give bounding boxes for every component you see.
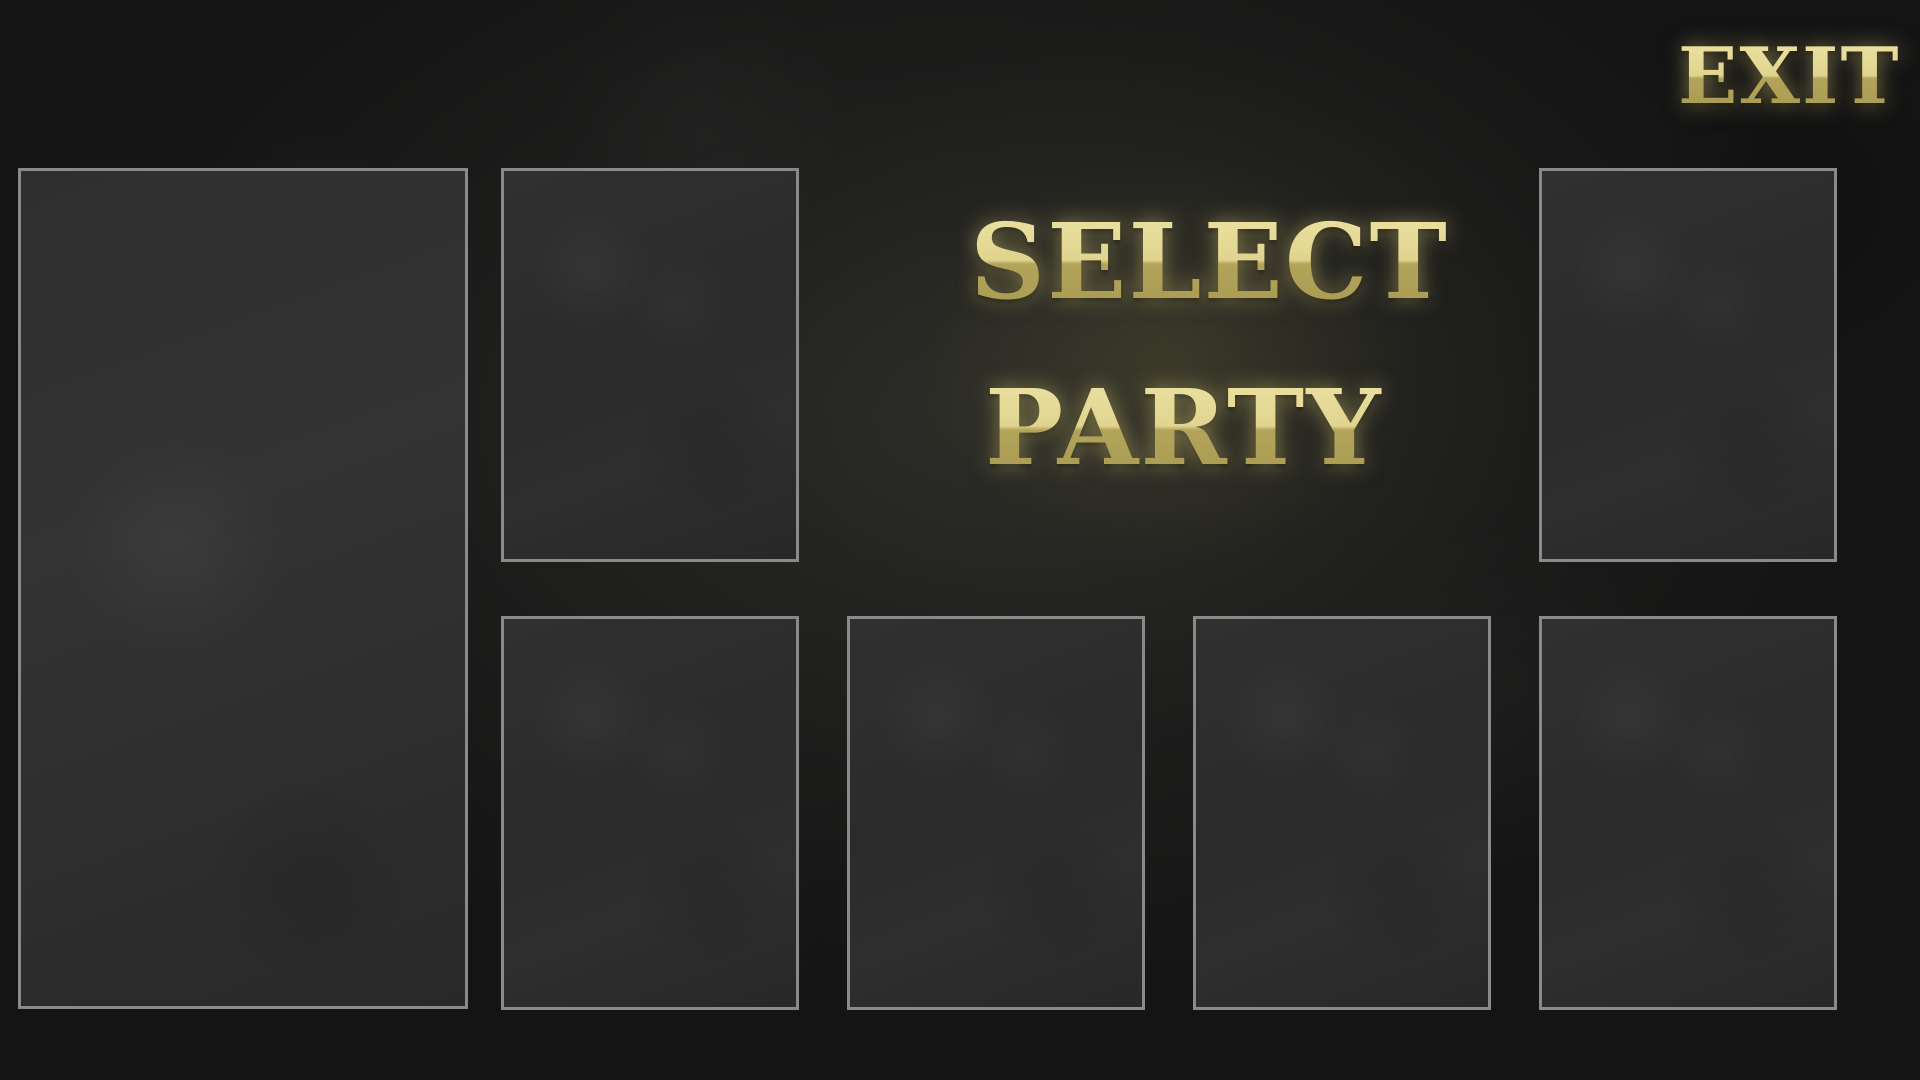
party-slot-1[interactable] — [18, 168, 468, 1009]
party-slot-4[interactable] — [501, 616, 799, 1010]
page-title-party: PARTY — [985, 366, 1383, 489]
party-slot-5[interactable] — [847, 616, 1145, 1010]
page-title-select: SELECT — [970, 200, 1449, 323]
party-select-screen: EXIT SELECT PARTY — [0, 0, 1920, 1080]
party-slot-2[interactable] — [501, 168, 799, 562]
party-slot-6[interactable] — [1193, 616, 1491, 1010]
party-slot-7[interactable] — [1539, 616, 1837, 1010]
party-slot-3[interactable] — [1539, 168, 1837, 562]
exit-button[interactable]: EXIT — [1678, 38, 1901, 116]
